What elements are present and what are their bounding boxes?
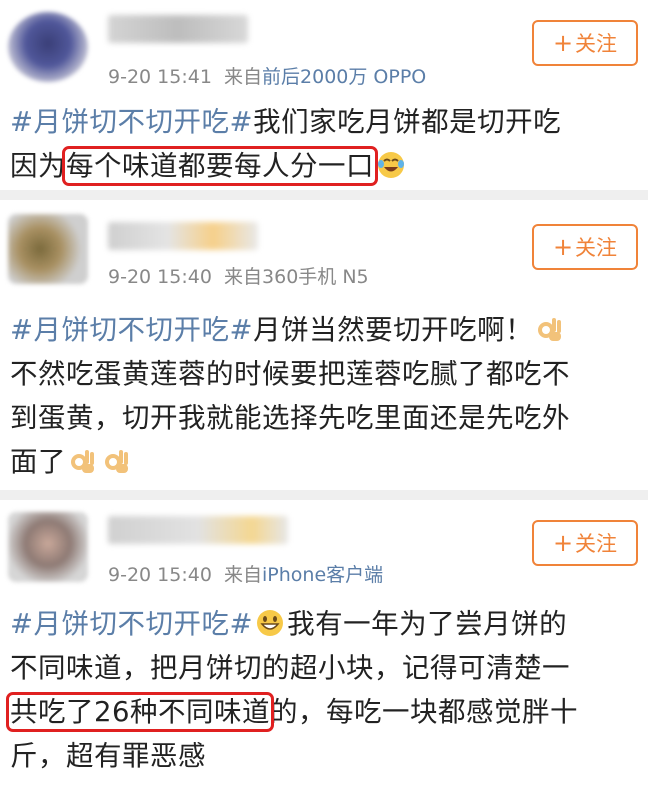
grinning-icon: [255, 608, 285, 638]
post-text: 的，每吃一块都感觉胖十: [270, 696, 578, 728]
post-text: 斤，超有罪恶感: [10, 740, 206, 772]
post-text: 因为: [10, 150, 66, 182]
separator: [0, 490, 648, 500]
ok-hand-icon: [102, 446, 132, 476]
follow-label: 关注: [575, 236, 618, 260]
ok-hand-icon: [68, 446, 98, 476]
follow-label: 关注: [575, 32, 618, 56]
weibo-feed: 9-20 15:41 来自前后2000万 OPPO + 关注 #月饼切不切开吃#我…: [0, 0, 648, 796]
plus-icon: +: [552, 529, 574, 557]
post-text: 不然吃蛋黄莲蓉的时候要把莲蓉吃腻了都吃不: [10, 358, 570, 390]
source-name[interactable]: 360手机 N5: [262, 266, 369, 288]
hashtag-link[interactable]: #月饼切不切开吃#: [10, 106, 253, 138]
post-2: 9-20 15:40 来自360手机 N5 + 关注 #月饼切不切开吃#月饼当然要…: [0, 200, 648, 490]
plus-icon: +: [552, 29, 574, 57]
follow-button[interactable]: + 关注: [532, 520, 638, 566]
hashtag-link[interactable]: #月饼切不切开吃#: [10, 314, 253, 346]
username-blurred[interactable]: [108, 222, 258, 250]
hashtag-link[interactable]: #月饼切不切开吃#: [10, 608, 253, 640]
username-blurred[interactable]: [108, 15, 248, 43]
laughing-tears-emoji-icon: [376, 150, 406, 180]
post-time: 9-20 15:41: [108, 66, 212, 88]
source-prefix: 来自: [224, 564, 263, 586]
post-text: 月饼当然要切开吃啊！: [253, 314, 534, 346]
post-time: 9-20 15:40: [108, 564, 212, 586]
follow-button[interactable]: + 关注: [532, 20, 638, 66]
post-meta: 9-20 15:40 来自iPhone客户端: [108, 560, 383, 587]
avatar[interactable]: [8, 12, 88, 82]
post-meta: 9-20 15:41 来自前后2000万 OPPO: [108, 62, 426, 89]
post-1: 9-20 15:41 来自前后2000万 OPPO + 关注 #月饼切不切开吃#我…: [0, 0, 648, 190]
separator: [0, 190, 648, 200]
post-body: #月饼切不切开吃# 我有一年为了尝月饼的 不同味道，把月饼切的超小块，记得可清楚…: [6, 602, 636, 778]
follow-button[interactable]: + 关注: [532, 224, 638, 270]
post-text: 不同味道，把月饼切的超小块，记得可清楚一: [10, 652, 570, 684]
source-prefix: 来自: [224, 66, 263, 88]
post-text: 我们家吃月饼都是切开吃: [253, 106, 562, 138]
post-body: #月饼切不切开吃#我们家吃月饼都是切开吃 因为每个味道都要每人分一口: [10, 100, 636, 188]
plus-icon: +: [552, 233, 574, 261]
post-text: 我有一年为了尝月饼的: [287, 608, 568, 640]
follow-label: 关注: [575, 532, 618, 556]
highlighted-text: 每个味道都要每人分一口: [62, 146, 378, 186]
source-prefix: 来自: [224, 266, 263, 288]
source-name[interactable]: iPhone客户端: [262, 564, 383, 586]
source-name[interactable]: 前后2000万 OPPO: [262, 66, 426, 88]
avatar[interactable]: [8, 512, 88, 582]
ok-hand-icon: [535, 314, 565, 344]
highlighted-text: 共吃了26种不同味道: [6, 692, 274, 732]
post-text: 面了: [10, 446, 66, 478]
post-time: 9-20 15:40: [108, 266, 212, 288]
post-body: #月饼切不切开吃#月饼当然要切开吃啊！ 不然吃蛋黄莲蓉的时候要把莲蓉吃腻了都吃不…: [10, 308, 636, 484]
post-meta: 9-20 15:40 来自360手机 N5: [108, 262, 369, 289]
post-text: 到蛋黄，切开我就能选择先吃里面还是先吃外: [10, 402, 570, 434]
avatar[interactable]: [8, 214, 88, 284]
post-3: 9-20 15:40 来自iPhone客户端 + 关注 #月饼切不切开吃# 我有一…: [0, 500, 648, 796]
username-blurred[interactable]: [108, 516, 288, 544]
